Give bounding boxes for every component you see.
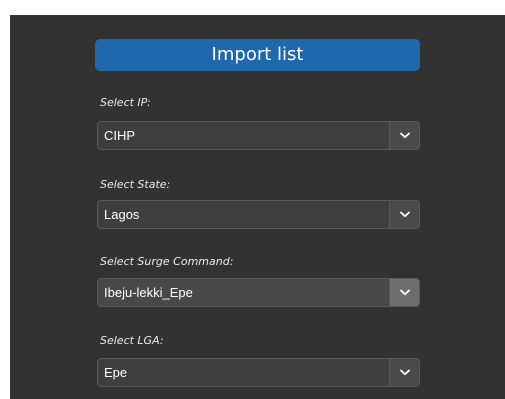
chevron-down-icon[interactable]	[389, 201, 419, 228]
select-lga-value: Epe	[104, 365, 128, 380]
import-list-button[interactable]: Import list	[95, 39, 420, 71]
select-ip-label: Select IP:	[100, 96, 151, 109]
chevron-down-icon[interactable]	[389, 359, 419, 386]
chevron-down-icon[interactable]	[389, 279, 419, 306]
select-ip-value: CIHP	[104, 128, 136, 143]
select-lga-label: Select LGA:	[100, 334, 164, 347]
select-state-dropdown[interactable]: Lagos	[97, 200, 420, 229]
select-ip-dropdown[interactable]: CIHP	[97, 121, 420, 150]
select-surge-command-value: Ibeju-lekki_Epe	[104, 285, 193, 300]
select-state-value: Lagos	[104, 207, 140, 222]
select-lga-dropdown[interactable]: Epe	[97, 358, 420, 387]
select-surge-command-label: Select Surge Command:	[100, 255, 234, 268]
chevron-down-icon[interactable]	[389, 122, 419, 149]
select-surge-command-dropdown[interactable]: Ibeju-lekki_Epe	[97, 278, 420, 307]
select-state-label: Select State:	[100, 178, 171, 191]
import-panel: Import list Select IP: CIHP Select State…	[10, 15, 505, 399]
